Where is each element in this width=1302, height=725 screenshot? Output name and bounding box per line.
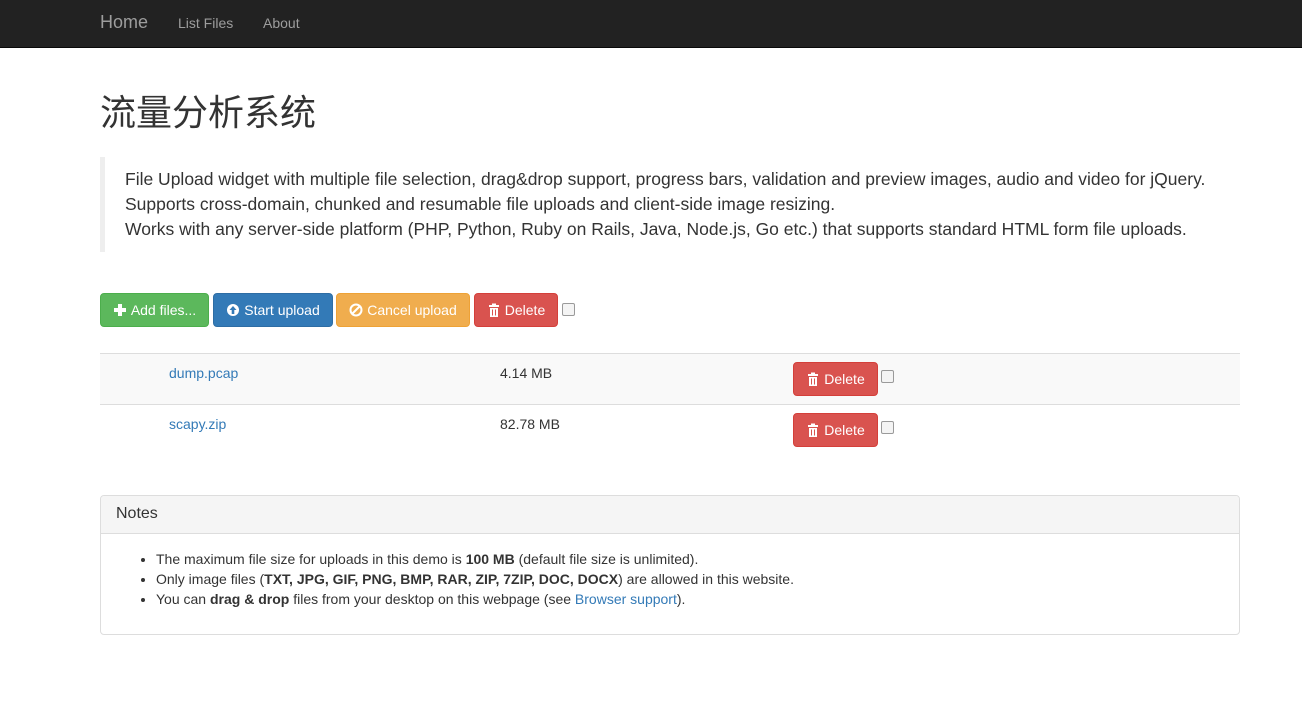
select-all-checkbox[interactable]	[562, 303, 575, 316]
cancel-upload-label: Cancel upload	[367, 302, 457, 318]
start-upload-button[interactable]: Start upload	[213, 293, 333, 327]
note-text: (default file size is unlimited).	[514, 551, 699, 567]
description-line: File Upload widget with multiple file se…	[125, 169, 1206, 189]
table-row: dump.pcap 4.14 MB Delete	[100, 353, 1240, 404]
trash-icon	[487, 303, 501, 317]
nav-brand-home[interactable]: Home	[100, 12, 148, 33]
ban-circle-icon	[349, 303, 363, 317]
list-item: Only image files (TXT, JPG, GIF, PNG, BM…	[156, 569, 1224, 589]
note-bold: TXT, JPG, GIF, PNG, BMP, RAR, ZIP, 7ZIP,…	[264, 571, 619, 587]
browser-support-link[interactable]: Browser support	[575, 591, 677, 607]
file-select-checkbox[interactable]	[881, 370, 894, 383]
nav-link-list-files[interactable]: List Files	[178, 15, 233, 31]
note-text: files from your desktop on this webpage …	[289, 591, 575, 607]
description-blockquote: File Upload widget with multiple file se…	[100, 157, 1240, 252]
note-text: The maximum file size for uploads in thi…	[156, 551, 466, 567]
table-row: scapy.zip 82.78 MB Delete	[100, 404, 1240, 455]
description-line: Works with any server-side platform (PHP…	[125, 219, 1187, 239]
start-upload-label: Start upload	[244, 302, 320, 318]
plus-icon	[113, 303, 127, 317]
trash-icon	[806, 423, 820, 437]
note-text: ) are allowed in this website.	[618, 571, 794, 587]
file-size: 4.14 MB	[500, 365, 553, 381]
notes-list: The maximum file size for uploads in thi…	[101, 534, 1239, 609]
file-name-link[interactable]: dump.pcap	[169, 365, 238, 381]
list-item: The maximum file size for uploads in thi…	[156, 549, 1224, 569]
nav-link-about[interactable]: About	[263, 15, 300, 31]
trash-icon	[806, 372, 820, 386]
cancel-upload-button[interactable]: Cancel upload	[336, 293, 470, 327]
file-name-link[interactable]: scapy.zip	[169, 416, 226, 432]
notes-heading: Notes	[101, 496, 1239, 534]
add-files-button[interactable]: Add files...	[100, 293, 209, 327]
file-select-checkbox[interactable]	[881, 421, 894, 434]
add-files-label: Add files...	[130, 302, 197, 318]
note-text: Only image files (	[156, 571, 265, 587]
delete-selected-label: Delete	[504, 302, 546, 318]
delete-file-label: Delete	[824, 371, 865, 387]
delete-file-button[interactable]: Delete	[793, 362, 878, 396]
delete-selected-button[interactable]: Delete	[474, 293, 558, 327]
top-navbar: Home List Files About	[0, 0, 1302, 48]
note-bold: 100 MB	[465, 551, 515, 567]
page-title: 流量分析系统	[100, 93, 317, 134]
delete-file-label: Delete	[824, 422, 865, 438]
upload-circle-icon	[226, 303, 240, 317]
file-size: 82.78 MB	[500, 416, 560, 432]
list-item: You can drag & drop files from your desk…	[156, 589, 1224, 609]
description-line: Supports cross-domain, chunked and resum…	[125, 194, 836, 214]
delete-file-button[interactable]: Delete	[793, 413, 878, 447]
note-bold: drag & drop	[209, 591, 290, 607]
note-text: You can	[156, 591, 210, 607]
notes-panel: Notes The maximum file size for uploads …	[100, 495, 1240, 635]
note-text: ).	[676, 591, 686, 607]
